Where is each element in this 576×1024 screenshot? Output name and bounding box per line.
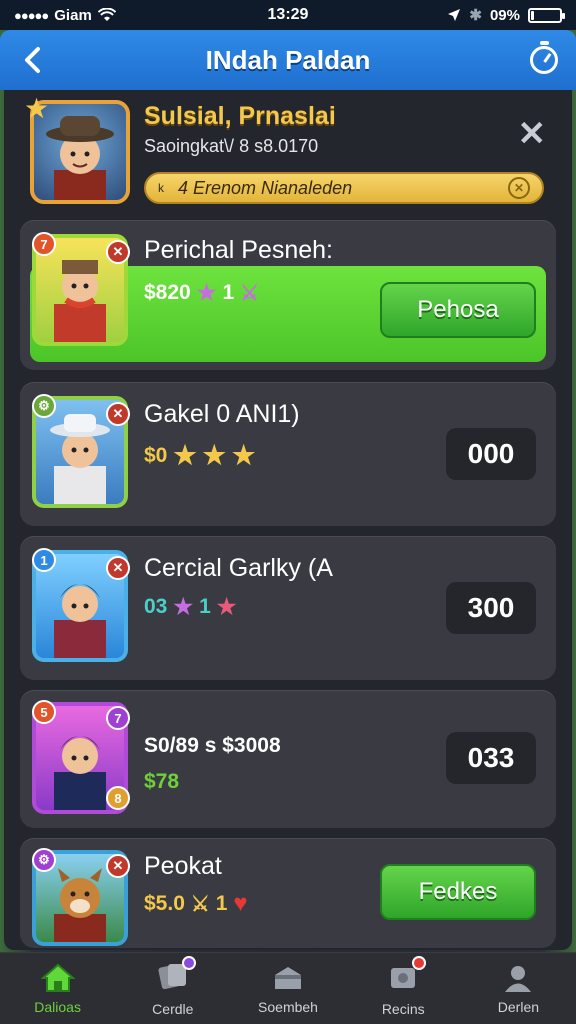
gear-badge-icon: ⚙ [32,848,56,872]
bluetooth-icon: ✱ [469,7,482,24]
profile-header: ★ Sulsial, Prnaslai Saoingkat\/ 8 s8.017… [20,92,556,212]
battery-percent: 09% [489,6,520,24]
price-value: $5.0 [144,892,185,915]
star-icon: ★ [173,440,197,470]
player-stats: Saoingkat\/ 8 s8.0170 [144,136,319,156]
tab-label: Cerdle [152,1001,194,1017]
list-item[interactable]: 7 ✕ Perichal Pesneh: $820 ★ 1 ⚔ Pehosa [20,220,556,370]
back-button[interactable] [14,42,50,78]
price-line-2: $78 [144,770,180,793]
close-button[interactable]: ✕ [518,114,547,154]
status-left: ●●●●● Giam [14,7,214,24]
player-name: Sulsial, Prnaslai [144,102,336,130]
tab-label: Recins [381,1001,425,1017]
price-extra: 1 [215,892,228,915]
price-value: $0 [144,443,168,467]
quantity-display: 300 [446,582,536,634]
notification-dot [412,956,427,970]
status-right: ✱ 09% [362,6,565,24]
tab-gifts[interactable]: Recins [346,953,461,1024]
list-item[interactable]: 1 ✕ Cercial Garlky (A 03 ★ 1 ★ 300 [20,536,556,680]
card-name: Cercial Garlky (A [144,554,333,582]
level-badge: 1 [32,548,56,572]
quantity-display: 000 [446,428,536,480]
tab-profile[interactable]: Derlen [461,953,576,1024]
chest-icon [275,966,301,989]
level-badge: 5 [32,700,56,724]
level-badge: 7 [32,232,56,256]
list-item[interactable]: ⚙ ✕ Peokat $5.0 ⚔ 1 ♥ Fedkes [20,838,556,948]
star-icon: ★ [202,440,226,470]
clock: 13:29 [267,6,309,23]
tab-label: Dalioas [34,998,81,1015]
list-item[interactable]: ⚙ ✕ Gakel 0 ANI1) $0 ★ ★ ★ 000 [20,382,556,526]
page-title: INdah Paldan [205,44,371,75]
nav-bar: INdah Paldan [0,30,576,90]
tab-label: Derlen [497,998,540,1015]
heart-icon: ♥ [233,890,248,917]
timer-icon [529,41,558,74]
tab-label: Soembeh [258,998,318,1015]
tab-cards[interactable]: Cerdle [115,953,230,1024]
fight-button[interactable]: Fedkes [380,864,536,920]
card-name: Gakel 0 ANI1) [144,400,300,428]
star-icon: ★ [216,594,237,619]
tab-chest[interactable]: Soembeh [230,953,345,1024]
signal-icon: ●●●●● [14,7,49,23]
star-icon: ★ [196,280,217,305]
compass-icon: ✕ [508,177,530,199]
star-icon: ★ [231,440,256,470]
remove-badge[interactable]: ✕ [106,556,130,580]
star-icon: ★ [173,594,194,619]
quest-prefix: k [158,181,164,195]
purchase-button[interactable]: Pehosa [380,282,536,338]
tab-bar: Dalioas Cerdle Soembeh Recins Derlen [0,952,576,1024]
remove-badge[interactable]: ✕ [106,402,130,426]
card-price: 03 ★ 1 ★ [144,594,237,620]
card-name: Peokat [144,852,222,880]
sword-icon: ⚔ [190,892,210,916]
notification-dot [181,956,196,970]
battery-icon [528,7,565,23]
price-value: 03 [144,595,168,618]
home-icon [40,963,75,992]
star-badge-icon: ★ [24,93,50,124]
list-item[interactable]: 5 7 8 S0/89 s $3008 $78 033 [20,690,556,828]
tab-home[interactable]: Dalioas [0,953,115,1024]
card-price: $5.0 ⚔ 1 ♥ [144,890,248,918]
card-price-secondary: $78 [144,770,179,794]
remove-badge[interactable]: ✕ [106,240,130,264]
quantity-display: 033 [446,732,536,784]
carrier-label: Giam [54,6,92,24]
status-bar: ●●●●● Giam 13:29 ✱ 09% [0,0,576,30]
sword-icon: ⚔ [240,281,259,305]
chevron-left-icon [25,47,40,73]
location-icon [448,9,461,21]
card-price: $0 ★ ★ ★ [144,440,255,471]
quest-bar[interactable]: k 4 Erenom Nianaleden ✕ [144,172,544,204]
card-price-line: S0/89 s $3008 [144,734,281,758]
wifi-icon [97,8,116,21]
tier-badge: 8 [106,786,130,810]
remove-badge[interactable]: ✕ [106,854,130,878]
rank-badge: 7 [106,706,130,730]
gear-badge-icon: ⚙ [32,394,56,418]
price-extra: 1 [222,281,235,304]
price-line-1: S0/89 s $3008 [144,734,281,757]
profile-icon [505,965,532,992]
timer-button[interactable] [526,41,562,78]
price-extra: 1 [199,595,211,618]
card-name: Perichal Pesneh: [144,236,334,264]
price-value: $820 [144,281,191,304]
card-price: $820 ★ 1 ⚔ [144,280,259,306]
quest-text: 4 Erenom Nianaleden [178,177,353,198]
